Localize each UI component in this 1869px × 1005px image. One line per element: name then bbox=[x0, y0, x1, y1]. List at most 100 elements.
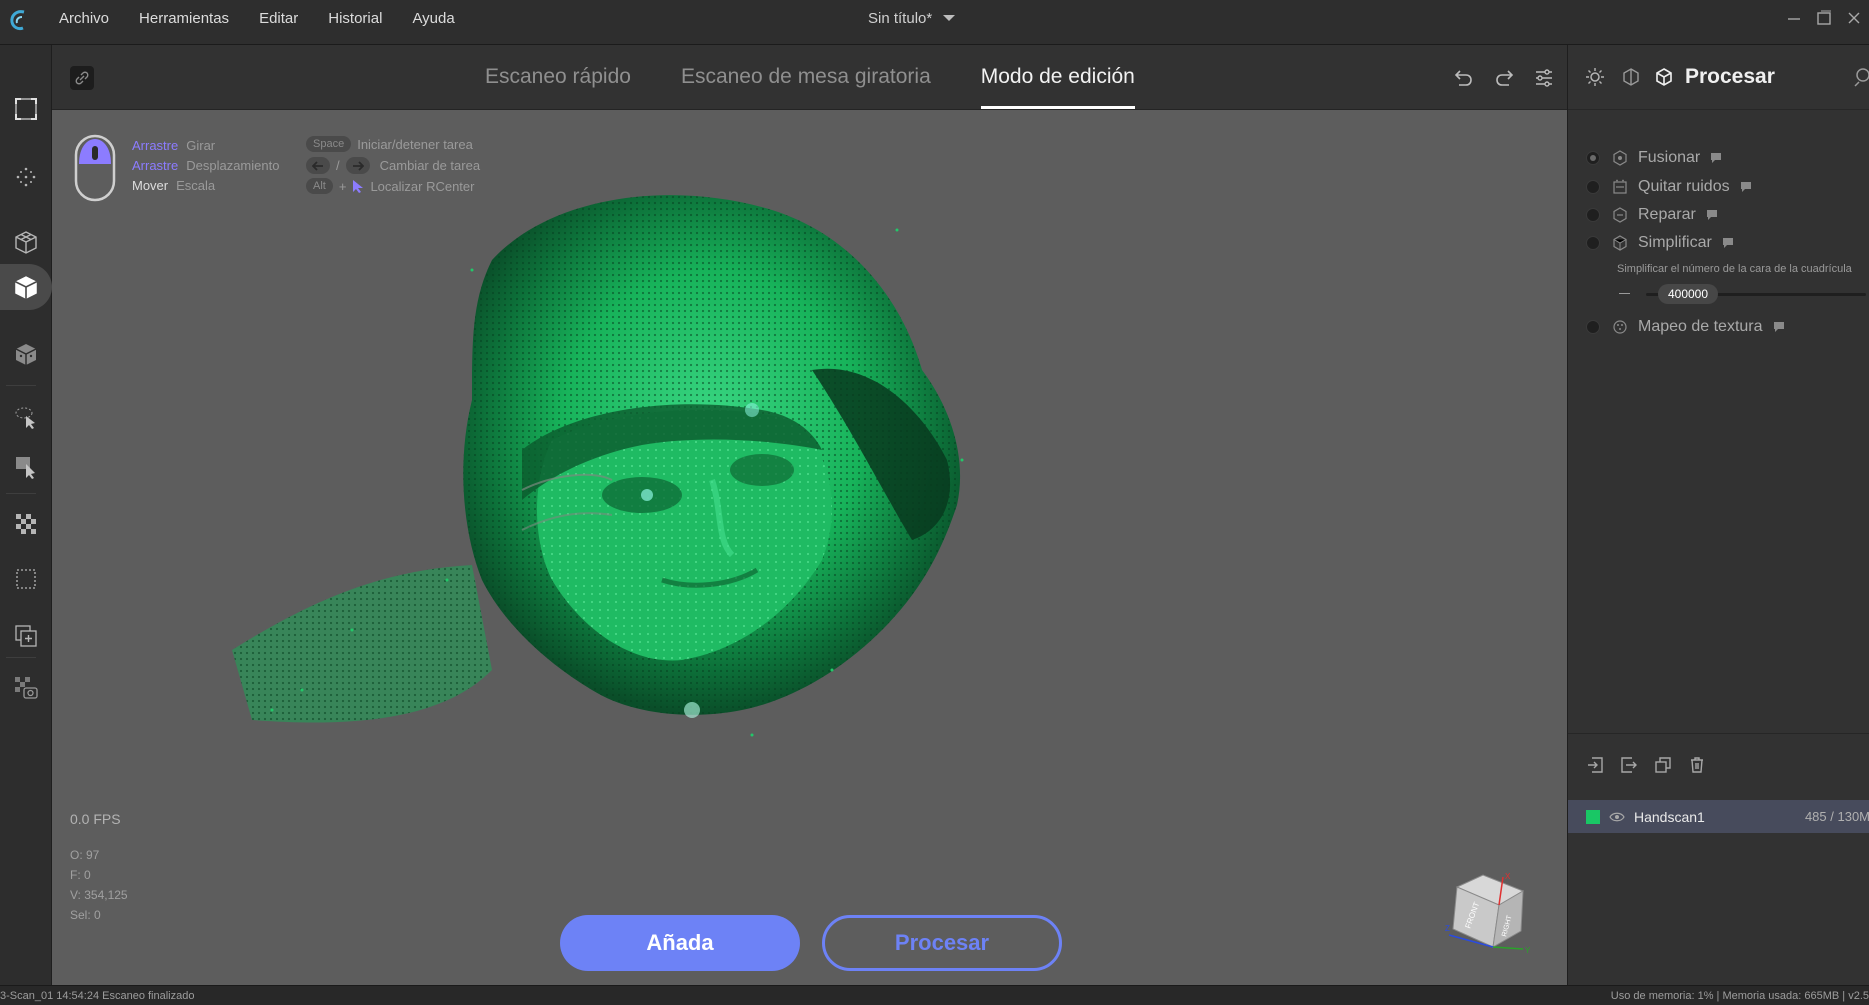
mouse-icon bbox=[74, 134, 116, 202]
simplify-slider[interactable]: 400000 bbox=[1616, 282, 1869, 306]
info-flag-icon[interactable] bbox=[1710, 152, 1722, 164]
step-mapeo-textura[interactable]: Mapeo de textura bbox=[1586, 316, 1785, 338]
link-button[interactable] bbox=[70, 66, 94, 90]
tab-escaneo-mesa-giratoria[interactable]: Escaneo de mesa giratoria bbox=[656, 45, 956, 109]
stat-vertices: V: 354,125 bbox=[70, 888, 128, 902]
tool-lasso-select[interactable] bbox=[0, 394, 52, 440]
tool-add-layer[interactable] bbox=[0, 613, 52, 659]
info-flag-icon[interactable] bbox=[1722, 237, 1734, 249]
menu-historial[interactable]: Historial bbox=[313, 10, 397, 27]
light-icon[interactable] bbox=[1585, 67, 1605, 87]
axis-y-label: Y bbox=[1525, 946, 1531, 955]
step-fusionar[interactable]: Fusionar bbox=[1586, 147, 1722, 169]
tool-checker[interactable] bbox=[0, 501, 52, 547]
add-layer-icon bbox=[15, 625, 37, 647]
tool-texture-capture[interactable] bbox=[0, 665, 52, 711]
menu-herramientas[interactable]: Herramientas bbox=[124, 10, 244, 27]
layer-row[interactable]: Handscan1 485 / 130M bbox=[1568, 800, 1869, 833]
wireframe-cube-icon bbox=[15, 231, 37, 254]
status-bar: 3-Scan_01 14:54:24 Escaneo finalizado Us… bbox=[0, 985, 1869, 1005]
3d-viewport[interactable]: Arrastre Girar Arrastre Desplazamiento M… bbox=[52, 110, 1567, 985]
alt-separator: + bbox=[338, 178, 347, 194]
document-title-dropdown[interactable]: Sin título* bbox=[868, 0, 956, 36]
document-title: Sin título* bbox=[868, 9, 933, 27]
process-cube-icon bbox=[1656, 68, 1672, 86]
step-quitar-ruidos[interactable]: Quitar ruidos bbox=[1586, 176, 1752, 198]
eye-icon[interactable] bbox=[1609, 811, 1625, 823]
panel-title: Procesar bbox=[1685, 65, 1775, 88]
process-button[interactable]: Procesar bbox=[822, 915, 1062, 971]
settings-list-button[interactable] bbox=[1531, 65, 1557, 91]
step-reparar[interactable]: Reparar bbox=[1586, 204, 1718, 226]
dashed-box-icon bbox=[16, 569, 36, 589]
tool-fit-view[interactable] bbox=[0, 86, 52, 132]
add-button[interactable]: Añada bbox=[560, 915, 800, 971]
export-icon[interactable] bbox=[1620, 756, 1638, 774]
hint-action: Cambiar de tarea bbox=[379, 158, 481, 173]
menu-archivo[interactable]: Archivo bbox=[44, 10, 124, 27]
texture-mode-icon[interactable] bbox=[1621, 67, 1641, 87]
fps-counter: 0.0 FPS bbox=[70, 811, 121, 827]
tool-textured[interactable] bbox=[0, 331, 52, 377]
slider-decrease-button[interactable] bbox=[1619, 293, 1630, 294]
tool-point-cloud[interactable] bbox=[0, 154, 52, 200]
step-label: Mapeo de textura bbox=[1638, 318, 1763, 335]
menu-editar[interactable]: Editar bbox=[244, 10, 313, 27]
maximize-button[interactable] bbox=[1809, 6, 1839, 30]
lasso-select-icon bbox=[15, 407, 35, 429]
layer-name: Handscan1 bbox=[1634, 808, 1705, 825]
search-icon[interactable] bbox=[1854, 67, 1869, 87]
checker-icon bbox=[16, 514, 36, 534]
minimize-icon bbox=[1788, 18, 1800, 20]
status-message: 3-Scan_01 14:54:24 Escaneo finalizado bbox=[0, 990, 195, 1002]
axis-z-label: Z bbox=[1445, 924, 1450, 933]
step-label: Reparar bbox=[1638, 206, 1696, 223]
rect-select-icon bbox=[16, 457, 35, 479]
minimize-button[interactable] bbox=[1779, 6, 1809, 30]
info-flag-icon[interactable] bbox=[1706, 209, 1718, 221]
duplicate-icon[interactable] bbox=[1654, 756, 1672, 774]
scan-mesh bbox=[232, 195, 964, 737]
axis-x-label: X bbox=[1505, 872, 1511, 881]
info-flag-icon[interactable] bbox=[1740, 181, 1752, 193]
view-cube[interactable]: FRONT RIGHT X Y Z bbox=[1443, 869, 1535, 961]
step-label: Quitar ruidos bbox=[1638, 178, 1730, 195]
chevron-down-icon bbox=[943, 15, 956, 21]
arrow-separator: / bbox=[336, 158, 340, 173]
undo-button[interactable] bbox=[1451, 65, 1477, 91]
layer-color-swatch bbox=[1586, 809, 1600, 824]
redo-button[interactable] bbox=[1491, 65, 1517, 91]
tab-modo-edicion[interactable]: Modo de edición bbox=[956, 45, 1160, 109]
close-window-button[interactable] bbox=[1839, 6, 1869, 30]
trash-icon[interactable] bbox=[1688, 756, 1706, 774]
right-arrow-key-icon bbox=[345, 157, 370, 174]
hint-key: Mover bbox=[132, 178, 169, 193]
step-radio[interactable] bbox=[1586, 320, 1600, 334]
slider-value-handle[interactable]: 400000 bbox=[1658, 284, 1718, 304]
menu-ayuda[interactable]: Ayuda bbox=[397, 10, 469, 27]
step-simplificar[interactable]: Simplificar bbox=[1586, 232, 1734, 254]
process-panel: Procesar Fusionar Quitar ruidos Reparar … bbox=[1567, 45, 1869, 985]
hint-action: Iniciar/detener tarea bbox=[357, 136, 473, 152]
import-icon[interactable] bbox=[1586, 756, 1604, 774]
tool-rect-select[interactable] bbox=[0, 444, 52, 490]
link-icon bbox=[75, 71, 89, 85]
denoise-icon bbox=[1613, 179, 1627, 194]
step-radio[interactable] bbox=[1586, 236, 1600, 250]
cursor-icon bbox=[353, 180, 364, 193]
step-radio[interactable] bbox=[1586, 180, 1600, 194]
step-radio[interactable] bbox=[1586, 208, 1600, 222]
step-radio[interactable] bbox=[1586, 151, 1600, 165]
hint-key: Arrastre bbox=[132, 158, 179, 173]
viewport-stats: 0.0 FPS O: 97 F: 0 V: 354,125 Sel: 0 bbox=[70, 811, 128, 925]
tool-wireframe[interactable] bbox=[0, 219, 52, 265]
app-logo-icon bbox=[8, 8, 30, 32]
textured-cube-icon bbox=[15, 344, 37, 365]
point-cloud-scan bbox=[232, 195, 964, 737]
hint-action: Escala bbox=[176, 178, 216, 193]
tool-crop-box[interactable] bbox=[0, 556, 52, 602]
tab-escaneo-rapido[interactable]: Escaneo rápido bbox=[460, 45, 656, 109]
info-flag-icon[interactable] bbox=[1773, 321, 1785, 333]
merge-icon bbox=[1613, 150, 1627, 166]
tool-solid[interactable] bbox=[0, 264, 52, 310]
